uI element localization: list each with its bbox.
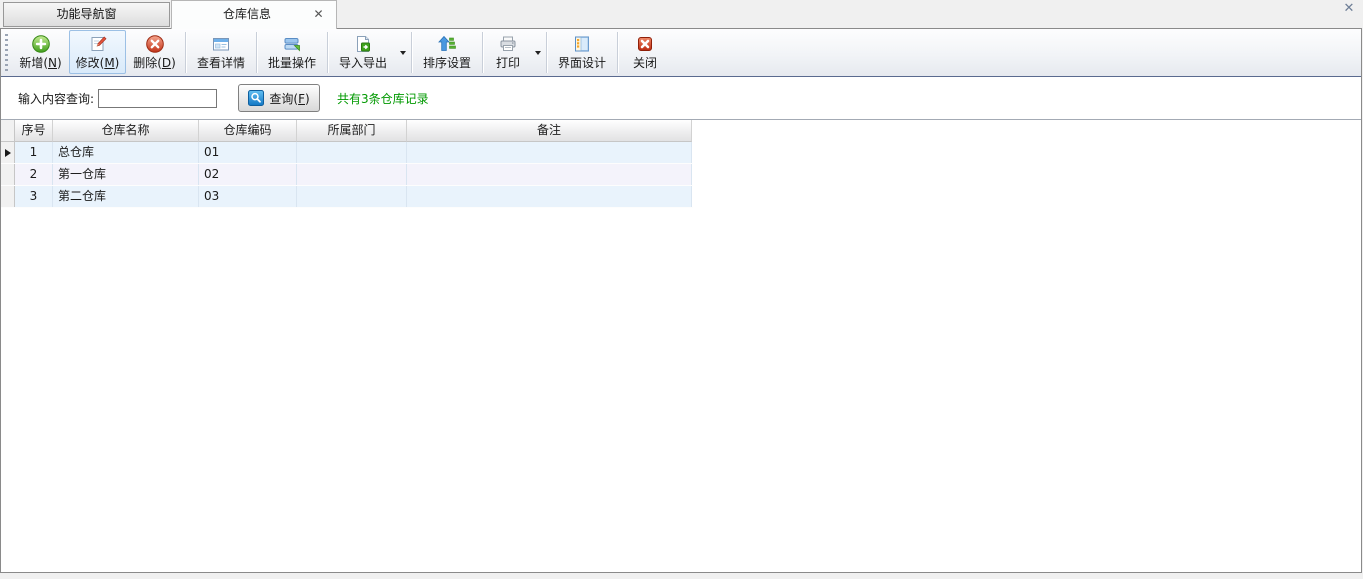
cell-code[interactable]: 03 [199, 186, 297, 207]
batch-icon [282, 33, 302, 55]
cell-no[interactable]: 3 [15, 186, 53, 207]
query-button-label: 查询(F) [269, 90, 309, 107]
view-detail-button[interactable]: 查看详情 [188, 30, 254, 74]
cell-dept[interactable] [297, 164, 407, 185]
sort-icon [437, 33, 457, 55]
row-selector-cell[interactable] [1, 164, 15, 185]
table-row[interactable]: 3 第二仓库 03 [1, 186, 693, 208]
ui-design-button[interactable]: 界面设计 [549, 30, 615, 74]
tab-label: 仓库信息 [223, 1, 271, 28]
close-button[interactable]: 关闭 [620, 30, 670, 74]
search-row: 输入内容查询: 查询(F) 共有3条仓库记录 [1, 77, 1361, 119]
toolbar-separator [546, 32, 547, 73]
add-icon [31, 33, 51, 55]
grid-header-name[interactable]: 仓库名称 [53, 120, 199, 142]
search-input[interactable] [98, 89, 217, 108]
cell-code[interactable]: 01 [199, 142, 297, 163]
content-panel: 新增(N) 修改(M) 删除(D) 查看详情 批量操作 [0, 28, 1362, 573]
grid-header-row: 序号 仓库名称 仓库编码 所属部门 备注 [1, 120, 693, 142]
close-icon [635, 33, 655, 55]
warehouse-grid: 序号 仓库名称 仓库编码 所属部门 备注 1 总仓库 01 2 第一仓库 02 [1, 120, 693, 208]
magnifier-icon [248, 90, 264, 106]
toolbar: 新增(N) 修改(M) 删除(D) 查看详情 批量操作 [1, 29, 1361, 77]
tab-function-navigation[interactable]: 功能导航窗 [3, 2, 170, 27]
search-label: 输入内容查询: [18, 90, 94, 107]
tab-warehouse-info[interactable]: 仓库信息 ✕ [171, 0, 337, 29]
tab-label: 功能导航窗 [56, 7, 116, 21]
grid-header-no[interactable]: 序号 [15, 120, 53, 142]
grid-header-code[interactable]: 仓库编码 [199, 120, 297, 142]
record-count-status: 共有3条仓库记录 [337, 90, 429, 107]
edit-button-label: 修改(M) [76, 55, 120, 71]
import-export-dropdown-arrow-icon[interactable] [396, 30, 409, 76]
query-button[interactable]: 查询(F) [238, 84, 320, 112]
delete-button[interactable]: 删除(D) [126, 30, 183, 74]
detail-icon [211, 33, 231, 55]
print-button-label: 打印 [496, 55, 520, 71]
close-button-label: 关闭 [633, 55, 657, 71]
tab-strip: 功能导航窗 仓库信息 ✕ ✕ [0, 0, 1363, 28]
toolbar-separator [482, 32, 483, 73]
cell-code[interactable]: 02 [199, 164, 297, 185]
import-export-button-label: 导入导出 [339, 55, 387, 71]
toolbar-separator [256, 32, 257, 73]
ui-design-button-label: 界面设计 [558, 55, 606, 71]
current-row-arrow-icon [5, 149, 11, 157]
sort-settings-button-label: 排序设置 [423, 55, 471, 71]
batch-operation-button[interactable]: 批量操作 [259, 30, 325, 74]
table-row[interactable]: 1 总仓库 01 [1, 142, 693, 164]
grid-header-selector [1, 120, 15, 142]
print-dropdown-arrow-icon[interactable] [531, 30, 544, 76]
window-close-icon[interactable]: ✕ [1341, 1, 1357, 17]
import-export-button[interactable]: 导入导出 [330, 30, 396, 74]
print-icon [498, 33, 518, 55]
edit-icon [88, 33, 108, 55]
delete-button-label: 删除(D) [133, 55, 176, 71]
toolbar-separator [327, 32, 328, 73]
ui-design-icon [572, 33, 592, 55]
toolbar-separator [617, 32, 618, 73]
import-export-icon [353, 33, 373, 55]
cell-remark[interactable] [407, 164, 692, 185]
tab-close-icon[interactable]: ✕ [311, 7, 326, 22]
toolbar-separator [185, 32, 186, 73]
view-detail-button-label: 查看详情 [197, 55, 245, 71]
print-button[interactable]: 打印 [485, 30, 531, 74]
sort-settings-button[interactable]: 排序设置 [414, 30, 480, 74]
add-button[interactable]: 新增(N) [12, 30, 69, 74]
cell-name[interactable]: 总仓库 [53, 142, 199, 163]
cell-no[interactable]: 2 [15, 164, 53, 185]
cell-dept[interactable] [297, 142, 407, 163]
grid-header-remark[interactable]: 备注 [407, 120, 692, 142]
row-selector-cell[interactable] [1, 142, 15, 163]
table-row[interactable]: 2 第一仓库 02 [1, 164, 693, 186]
grid-area: 序号 仓库名称 仓库编码 所属部门 备注 1 总仓库 01 2 第一仓库 02 [1, 119, 1361, 208]
toolbar-separator [411, 32, 412, 73]
cell-dept[interactable] [297, 186, 407, 207]
delete-icon [145, 33, 165, 55]
cell-remark[interactable] [407, 186, 692, 207]
row-selector-cell[interactable] [1, 186, 15, 207]
edit-button[interactable]: 修改(M) [69, 30, 126, 74]
cell-name[interactable]: 第二仓库 [53, 186, 199, 207]
cell-name[interactable]: 第一仓库 [53, 164, 199, 185]
cell-remark[interactable] [407, 142, 692, 163]
toolbar-drag-handle[interactable] [5, 34, 8, 71]
cell-no[interactable]: 1 [15, 142, 53, 163]
batch-operation-button-label: 批量操作 [268, 55, 316, 71]
grid-header-dept[interactable]: 所属部门 [297, 120, 407, 142]
add-button-label: 新增(N) [19, 55, 61, 71]
